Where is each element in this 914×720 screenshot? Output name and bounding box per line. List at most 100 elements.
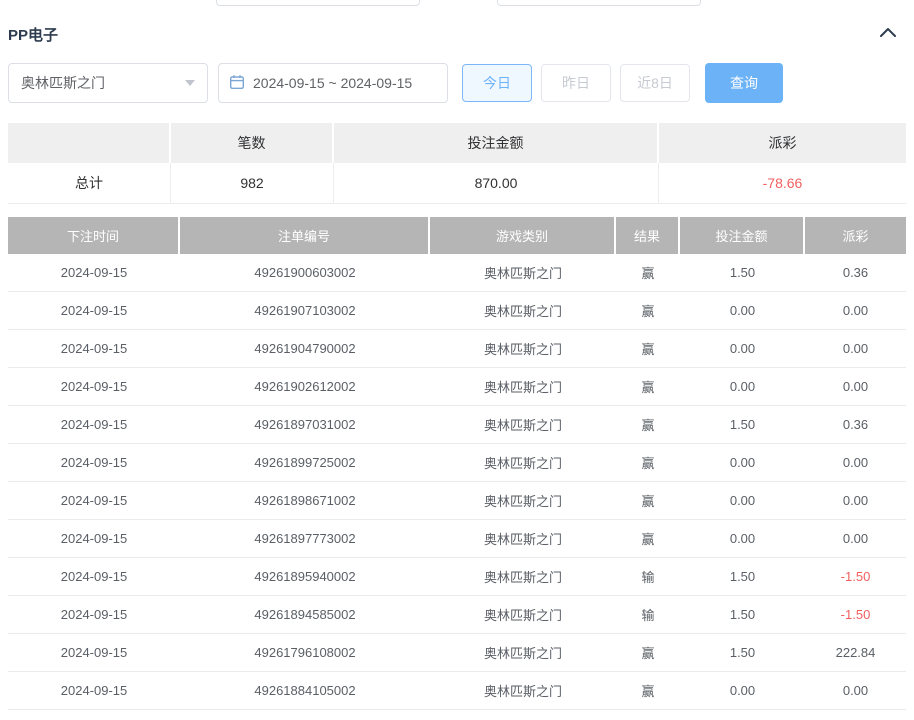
cell-bet-time: 2024-09-15 [60,265,128,280]
cell-result: 赢 [641,418,655,433]
quick-range-8days-button[interactable]: 近8日 [620,64,690,102]
cell-bet-time: 2024-09-15 [60,341,128,356]
cell-bet-amount: 0.00 [729,379,756,394]
cell-bet-time: 2024-09-15 [60,607,128,622]
header-game-type: 游戏类别 [430,217,616,254]
cell-game-type: 奥林匹斯之门 [483,646,562,661]
cell-order-id: 49261895940002 [254,569,356,584]
cell-game-type: 奥林匹斯之门 [483,418,562,433]
summary-total-bet-amount: 870.00 [334,163,659,203]
summary-header-row: 笔数 投注金额 派彩 [8,123,906,163]
cell-bet-time: 2024-09-15 [60,303,128,318]
bet-table: 下注时间 注单编号 游戏类别 结果 投注金额 派彩 2024-09-15 4926… [8,217,906,720]
cell-payout: 0.00 [842,493,869,508]
cell-bet-amount: 0.00 [729,683,756,698]
cell-result: 输 [641,608,655,623]
cell-game-type: 奥林匹斯之门 [483,608,562,623]
cell-payout: 0.00 [842,303,869,318]
cell-result: 赢 [641,266,655,281]
cell-bet-amount: 1.50 [729,265,756,280]
collapse-panel-button[interactable] [879,25,897,41]
cell-bet-amount: 0.00 [729,303,756,318]
header-bet-time: 下注时间 [8,217,180,254]
cell-bet-time: 2024-09-15 [60,683,128,698]
cell-result: 赢 [641,304,655,319]
cell-result: 赢 [641,684,655,699]
table-row: 2024-09-15 49261894585002 奥林匹斯之门 输 1.50 -1.50 [8,596,906,634]
cell-result: 赢 [641,380,655,395]
cell-payout: 0.00 [842,379,869,394]
cell-bet-amount: 1.50 [729,569,756,584]
date-range-value: 2024-09-15 ~ 2024-09-15 [253,75,413,91]
summary-header-payout: 派彩 [768,135,797,151]
cell-bet-amount: 1.50 [729,417,756,432]
partial-input-above-left[interactable] [216,0,420,6]
table-row: 2024-09-15 49261796108002 奥林匹斯之门 赢 1.50 222.8… [8,634,906,672]
cell-game-type: 奥林匹斯之门 [483,380,562,395]
cell-order-id: 49261900603002 [254,265,356,280]
summary-header-count: 笔数 [171,123,334,163]
cell-order-id: 49261907103002 [254,303,356,318]
summary-total-row: 总计 982 870.00 -78.66 [8,163,906,204]
pp-electronic-panel: PP电子 奥林匹斯之门 2024-09-15 ~ 2024-09-15 今日 昨… [0,0,914,720]
calendar-icon [229,74,245,93]
cell-payout: 222.84 [835,645,876,660]
cell-game-type: 奥林匹斯之门 [483,494,562,509]
cell-game-type: 奥林匹斯之门 [483,266,562,281]
table-row: 2024-09-15 49261895940002 奥林匹斯之门 输 1.50 -1.50 [8,558,906,596]
header-order-id: 注单编号 [180,217,430,254]
header-bet-amount: 投注金额 [680,217,805,254]
quick-range-yesterday-button[interactable]: 昨日 [541,64,611,102]
cell-result: 赢 [641,646,655,661]
game-select[interactable]: 奥林匹斯之门 [8,63,208,103]
header-payout: 派彩 [842,229,869,244]
cell-order-id: 49261902612002 [254,379,356,394]
cell-result: 赢 [641,494,655,509]
partial-input-above-right[interactable] [497,0,701,6]
summary-header-bet-amount: 投注金额 [334,123,659,163]
cell-payout: 0.36 [842,417,869,432]
header-result: 结果 [616,217,680,254]
cell-order-id: 49261899725002 [254,455,356,470]
search-button[interactable]: 查询 [705,63,783,103]
cell-payout: 0.36 [842,265,869,280]
cell-game-type: 奥林匹斯之门 [483,684,562,699]
cell-game-type: 奥林匹斯之门 [483,532,562,547]
table-row: 2024-09-15 49261898671002 奥林匹斯之门 赢 0.00 0.00 [8,482,906,520]
cell-payout: 0.00 [842,531,869,546]
cell-payout: -1.50 [840,607,871,622]
cell-result: 输 [641,570,655,585]
caret-down-icon [185,80,195,86]
summary-table: 笔数 投注金额 派彩 总计 982 870.00 -78.66 [8,123,906,204]
cell-payout: 0.00 [842,683,869,698]
table-row: 2024-09-15 49261897773002 奥林匹斯之门 赢 0.00 0.00 [8,520,906,558]
cell-result: 赢 [641,456,655,471]
date-range-input[interactable]: 2024-09-15 ~ 2024-09-15 [218,63,448,103]
cell-game-type: 奥林匹斯之门 [483,456,562,471]
cell-bet-amount: 1.50 [729,607,756,622]
cell-bet-time: 2024-09-15 [60,645,128,660]
cell-game-type: 奥林匹斯之门 [483,304,562,319]
table-row: 2024-09-15 49261884105002 奥林匹斯之门 赢 0.00 0.00 [8,672,906,710]
chevron-up-icon [880,26,896,41]
cell-result: 赢 [641,532,655,547]
cell-order-id: 49261796108002 [254,645,356,660]
bet-table-header-row: 下注时间 注单编号 游戏类别 结果 投注金额 派彩 [8,217,906,254]
table-row: 2024-09-15 49261907103002 奥林匹斯之门 赢 0.00 0.00 [8,292,906,330]
bet-table-body: 2024-09-15 49261900603002 奥林匹斯之门赢 1.50 0.36 2… [8,254,906,710]
table-row: 2024-09-15 49261899725002 奥林匹斯之门 赢 0.00 0.00 [8,444,906,482]
quick-range-today-button[interactable]: 今日 [462,64,532,102]
table-row-partial [8,710,906,720]
cell-order-id: 49261904790002 [254,341,356,356]
cell-bet-amount: 0.00 [729,493,756,508]
cell-game-type: 奥林匹斯之门 [483,342,562,357]
cell-bet-time: 2024-09-15 [60,569,128,584]
cell-order-id: 49261897031002 [254,417,356,432]
cell-result: 赢 [641,342,655,357]
cell-payout: 0.00 [842,341,869,356]
cell-bet-amount: 1.50 [729,645,756,660]
cell-order-id: 49261894585002 [254,607,356,622]
cell-bet-time: 2024-09-15 [60,455,128,470]
cell-bet-time: 2024-09-15 [60,379,128,394]
cell-game-type: 奥林匹斯之门 [483,570,562,585]
